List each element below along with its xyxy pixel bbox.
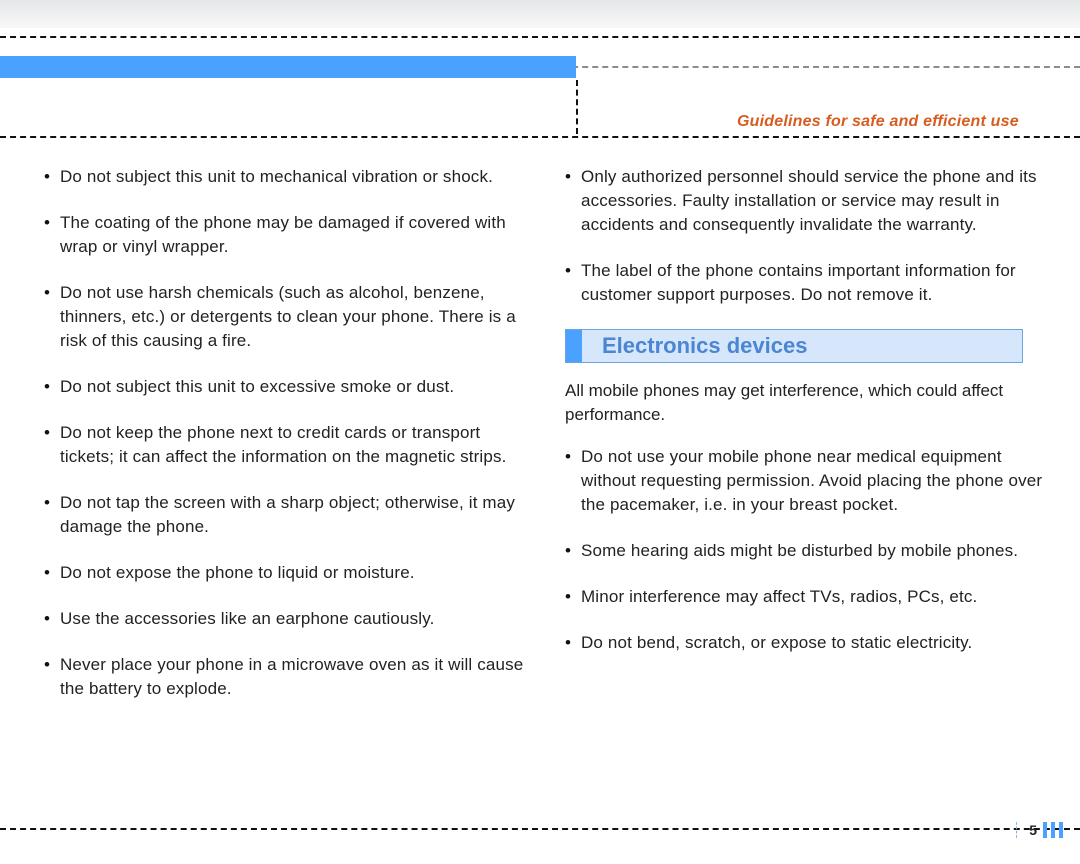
footer-page-indicator: 5: [1010, 822, 1063, 838]
footer-ticks-icon: [1043, 822, 1063, 838]
footer-divider-icon: [1016, 822, 1017, 838]
page-number: 5: [1029, 822, 1037, 838]
section-intro-text: All mobile phones may get interference, …: [565, 379, 1060, 427]
list-item: The coating of the phone may be damaged …: [44, 211, 524, 259]
list-item: Do not bend, scratch, or expose to stati…: [565, 631, 1060, 655]
list-item: Do not use harsh chemicals (such as alco…: [44, 281, 524, 353]
right-bullet-list-pre: Only authorized personnel should service…: [565, 165, 1060, 307]
document-page: Guidelines for safe and efficient use Do…: [0, 0, 1080, 864]
section-heading: Electronics devices: [565, 329, 1023, 363]
list-item: The label of the phone contains importan…: [565, 259, 1060, 307]
dashed-rule-top: [0, 36, 1080, 38]
list-item: Some hearing aids might be disturbed by …: [565, 539, 1060, 563]
list-item: Do not subject this unit to mechanical v…: [44, 165, 524, 189]
top-gradient: [0, 0, 1080, 28]
list-item: Use the accessories like an earphone cau…: [44, 607, 524, 631]
left-bullet-list: Do not subject this unit to mechanical v…: [44, 165, 524, 701]
page-header-title: Guidelines for safe and efficient use: [737, 113, 1019, 131]
right-bullet-list-post: Do not use your mobile phone near medica…: [565, 445, 1060, 655]
section-heading-accent: [566, 330, 582, 362]
vertical-dashed-separator: [576, 80, 578, 134]
list-item: Do not tap the screen with a sharp objec…: [44, 491, 524, 539]
left-column: Do not subject this unit to mechanical v…: [44, 165, 524, 794]
dashed-rule-bottom: [0, 828, 1080, 830]
list-item: Do not expose the phone to liquid or moi…: [44, 561, 524, 585]
right-column: Only authorized personnel should service…: [565, 165, 1060, 794]
list-item: Do not subject this unit to excessive sm…: [44, 375, 524, 399]
list-item: Minor interference may affect TVs, radio…: [565, 585, 1060, 609]
list-item: Never place your phone in a microwave ov…: [44, 653, 524, 701]
list-item: Only authorized personnel should service…: [565, 165, 1060, 237]
blue-accent-bar: [0, 56, 576, 78]
list-item: Do not keep the phone next to credit car…: [44, 421, 524, 469]
dashed-rule-header: [0, 136, 1080, 138]
section-heading-text: Electronics devices: [582, 333, 807, 359]
list-item: Do not use your mobile phone near medica…: [565, 445, 1060, 517]
